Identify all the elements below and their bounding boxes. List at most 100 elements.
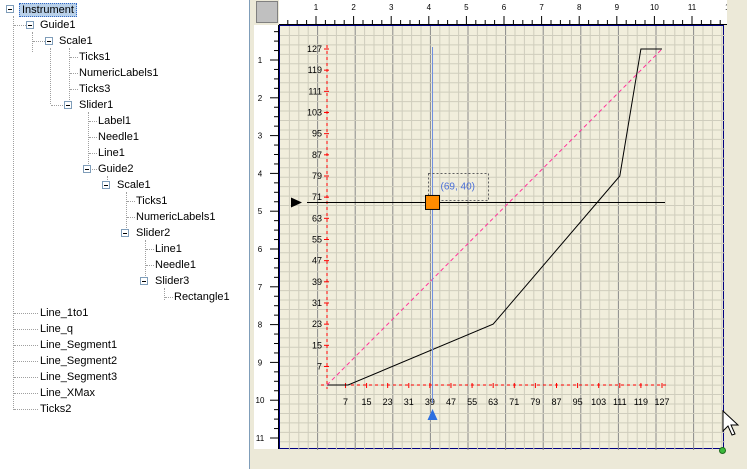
tree-connector xyxy=(13,16,14,410)
y-tick-label: 111 xyxy=(308,86,322,96)
ruler-corner[interactable] xyxy=(256,1,278,23)
y-axis-ticks: 127 119 111 103 95 87 79 71 63 55 47 39 31 23 15 7 xyxy=(307,44,329,371)
ruler-top-label: 6 xyxy=(502,3,507,12)
y-tick-label: 7 xyxy=(317,361,322,371)
tree-connector xyxy=(51,105,63,106)
vertical-ruler: 1 2 3 4 5 6 7 8 9 10 11 xyxy=(254,25,279,449)
x-tick-label: 31 xyxy=(404,397,414,407)
tree-connector xyxy=(164,288,165,300)
tree-item-guide2[interactable]: Guide2 xyxy=(96,162,135,176)
y-tick-label: 71 xyxy=(312,192,322,202)
instrument-plot[interactable]: 7 15 23 31 39 47 55 63 71 79 87 95 103 111 119 127 1271… xyxy=(279,25,724,449)
tree-item-ticks1[interactable]: Ticks1 xyxy=(77,50,112,64)
y-tick-label: 55 xyxy=(312,234,322,244)
collapse-toggle-scale1[interactable] xyxy=(45,37,53,45)
x-tick-label: 55 xyxy=(467,397,477,407)
x-tick-label: 7 xyxy=(343,397,348,407)
y-tick-label: 63 xyxy=(312,213,322,223)
tree-item-instrument[interactable]: Instrument xyxy=(19,3,77,17)
tree-item-line-segment2[interactable]: Line_Segment2 xyxy=(38,354,119,368)
slider-marker[interactable] xyxy=(425,194,441,210)
collapse-toggle-slider3[interactable] xyxy=(140,277,148,285)
tree-connector xyxy=(14,393,38,394)
horizontal-slider-pointer-icon[interactable] xyxy=(291,197,302,208)
tree-connector xyxy=(14,329,38,330)
y-tick-label: 119 xyxy=(308,65,322,75)
ruler-left-label: 7 xyxy=(258,283,263,292)
x-tick-label: 103 xyxy=(591,397,606,407)
tree-item-line-1to1[interactable]: Line_1to1 xyxy=(38,306,90,320)
tree-connector xyxy=(33,41,45,42)
tree-item-label1[interactable]: Label1 xyxy=(96,114,133,128)
y-tick-label: 79 xyxy=(312,171,322,181)
tree-item-rectangle1[interactable]: Rectangle1 xyxy=(172,290,232,304)
tree-item-ticks2[interactable]: Ticks2 xyxy=(38,402,73,416)
ruler-top-label: 7 xyxy=(539,3,544,12)
y-tick-label: 31 xyxy=(312,298,322,308)
tree-item-guide2-scale1[interactable]: Scale1 xyxy=(115,178,153,192)
y-tick-label: 23 xyxy=(312,319,322,329)
x-tick-label: 119 xyxy=(634,397,648,407)
ruler-left-label: 11 xyxy=(256,434,265,443)
y-tick-label: 127 xyxy=(307,44,322,54)
tree-connector xyxy=(14,345,38,346)
x-tick-label: 15 xyxy=(362,397,372,407)
x-tick-label: 79 xyxy=(530,397,540,407)
tree-item-guide1[interactable]: Guide1 xyxy=(38,18,77,32)
tree-connector xyxy=(14,409,38,410)
ruler-left-label: 3 xyxy=(258,132,263,141)
x-tick-label: 71 xyxy=(509,397,519,407)
ruler-top-label: 5 xyxy=(464,3,469,12)
y-tick-label: 87 xyxy=(312,150,322,160)
tree-connector xyxy=(50,48,51,104)
tree-connector xyxy=(14,361,38,362)
tree-item-scale1[interactable]: Scale1 xyxy=(57,34,95,48)
horizontal-ruler: 123456789101112 xyxy=(279,0,727,25)
x-tick-label: 39 xyxy=(425,397,435,407)
x-tick-label: 23 xyxy=(383,397,393,407)
tree-item-slider3[interactable]: Slider3 xyxy=(153,274,191,288)
ruler-top-label: 9 xyxy=(615,3,620,12)
tree-item-ticks3[interactable]: Ticks3 xyxy=(77,82,112,96)
tree-item-line-q[interactable]: Line_q xyxy=(38,322,75,336)
ruler-left-label: 2 xyxy=(258,94,263,103)
tree-item-slider2-line1[interactable]: Line1 xyxy=(153,242,184,256)
tree-item-guide2-numeric-labels1[interactable]: NumericLabels1 xyxy=(134,210,217,224)
one-to-one-line xyxy=(326,48,663,386)
collapse-toggle-slider2[interactable] xyxy=(121,229,129,237)
tree-item-numeric-labels1[interactable]: NumericLabels1 xyxy=(77,66,160,80)
tree-item-line-segment3[interactable]: Line_Segment3 xyxy=(38,370,119,384)
collapse-toggle-guide2[interactable] xyxy=(83,165,91,173)
ruler-top-label: 2 xyxy=(351,3,356,12)
collapse-toggle-guide2-scale1[interactable] xyxy=(102,181,110,189)
ruler-top-label: 8 xyxy=(577,3,582,12)
tree-connector xyxy=(14,25,26,26)
tree-item-slider1[interactable]: Slider1 xyxy=(77,98,115,112)
tree-connector xyxy=(14,313,38,314)
ruler-left-label: 1 xyxy=(258,56,263,65)
y-tick-label: 95 xyxy=(312,129,322,139)
ruler-left-label: 5 xyxy=(258,207,263,216)
ruler-left-label: 4 xyxy=(258,169,263,178)
resize-handle[interactable] xyxy=(719,447,726,454)
ruler-left-label: 9 xyxy=(258,358,263,367)
mouse-cursor-icon xyxy=(722,410,740,436)
tree-item-guide2-ticks1[interactable]: Ticks1 xyxy=(134,194,169,208)
tree-item-needle1[interactable]: Needle1 xyxy=(96,130,141,144)
tree-item-slider2-needle1[interactable]: Needle1 xyxy=(153,258,198,272)
tree-item-line1[interactable]: Line1 xyxy=(96,146,127,160)
tree-item-line-segment1[interactable]: Line_Segment1 xyxy=(38,338,119,352)
tree-item-slider2[interactable]: Slider2 xyxy=(134,226,172,240)
x-tick-label: 87 xyxy=(551,397,561,407)
ruler-top-label: 1 xyxy=(314,3,319,12)
x-tick-label: 63 xyxy=(488,397,498,407)
collapse-toggle-guide1[interactable] xyxy=(26,21,34,29)
collapse-toggle-slider1[interactable] xyxy=(64,101,72,109)
vertical-slider-pointer-icon[interactable] xyxy=(427,409,438,420)
collapse-toggle-instrument[interactable] xyxy=(6,5,14,13)
series-group xyxy=(326,48,663,386)
ruler-top-label: 3 xyxy=(389,3,394,12)
tree-item-line-xmax[interactable]: Line_XMax xyxy=(38,386,97,400)
x-tick-label: 47 xyxy=(446,397,456,407)
ruler-top-label: 11 xyxy=(688,3,697,12)
